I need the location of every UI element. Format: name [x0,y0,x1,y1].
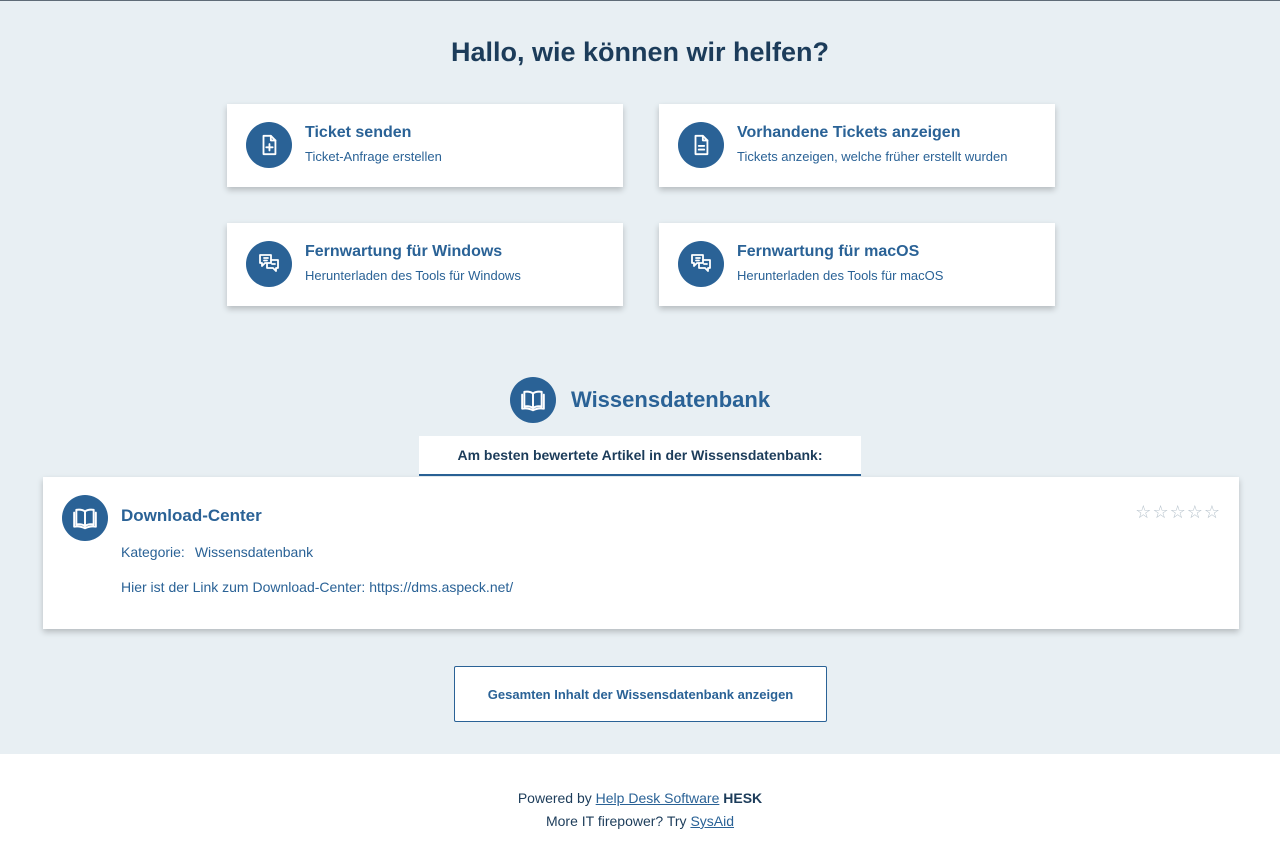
file-plus-icon [246,122,292,168]
article-card: Download-Center Kategorie: Wissensdatenba… [43,477,1239,629]
article-preview-text: Hier ist der Link zum Download-Center: h… [121,579,514,595]
footer-sysaid-line: More IT firepower? Try SysAid [0,810,1280,833]
nav-card-remote-windows[interactable]: Fernwartung für Windows Herunterladen de… [227,223,623,306]
nav-card-view-tickets[interactable]: Vorhandene Tickets anzeigen Tickets anze… [659,104,1055,187]
view-all-knowledgebase-button[interactable]: Gesamten Inhalt der Wissensdatenbank anz… [454,666,827,722]
nav-card-title: Fernwartung für macOS [737,243,920,260]
category-label: Kategorie: [121,544,185,560]
top-rated-articles-tab[interactable]: Am besten bewertete Artikel in der Wisse… [419,436,861,476]
nav-card-subtitle: Herunterladen des Tools für macOS [737,268,944,283]
star-empty-icon: ☆ [1186,502,1203,522]
open-book-icon [510,377,556,423]
chat-bubbles-icon [678,241,724,287]
nav-card-title: Fernwartung für Windows [305,243,503,260]
footer: Powered by Help Desk Software HESK More … [0,787,1280,833]
nav-card-title: Ticket senden [305,124,412,141]
article-category: Kategorie: Wissensdatenbank [121,544,313,560]
footer-powered-line: Powered by Help Desk Software HESK [0,787,1280,810]
more-firepower-text: More IT firepower? Try [545,813,687,829]
knowledgebase-title: Wissensdatenbank [571,387,771,412]
nav-card-subtitle: Herunterladen des Tools für Windows [305,268,521,283]
main-section: Hallo, wie können wir helfen? Ticket sen… [0,1,1280,754]
article-title-link[interactable]: Download-Center [121,506,262,526]
star-empty-icon: ☆ [1135,502,1152,522]
knowledgebase-header: Wissensdatenbank [510,377,770,423]
sysaid-link[interactable]: SysAid [690,813,734,829]
open-book-icon [62,495,108,541]
article-rating: ☆ ☆ ☆ ☆ ☆ [1135,503,1220,521]
file-text-icon [678,122,724,168]
nav-card-submit-ticket[interactable]: Ticket senden Ticket-Anfrage erstellen [227,104,623,187]
nav-card-title: Vorhandene Tickets anzeigen [737,124,961,141]
star-empty-icon: ☆ [1152,502,1169,522]
help-desk-software-link[interactable]: Help Desk Software [596,790,720,806]
powered-by-text: Powered by [517,790,592,806]
category-value: Wissensdatenbank [194,544,314,560]
nav-card-remote-macos[interactable]: Fernwartung für macOS Herunterladen des … [659,223,1055,306]
page-title: Hallo, wie können wir helfen? [450,37,830,67]
hesk-brand: HESK [723,790,763,806]
nav-card-subtitle: Tickets anzeigen, welche früher erstellt… [737,149,1008,164]
chat-bubbles-icon [246,241,292,287]
nav-card-subtitle: Ticket-Anfrage erstellen [305,149,442,164]
star-empty-icon: ☆ [1203,502,1220,522]
star-empty-icon: ☆ [1169,502,1186,522]
